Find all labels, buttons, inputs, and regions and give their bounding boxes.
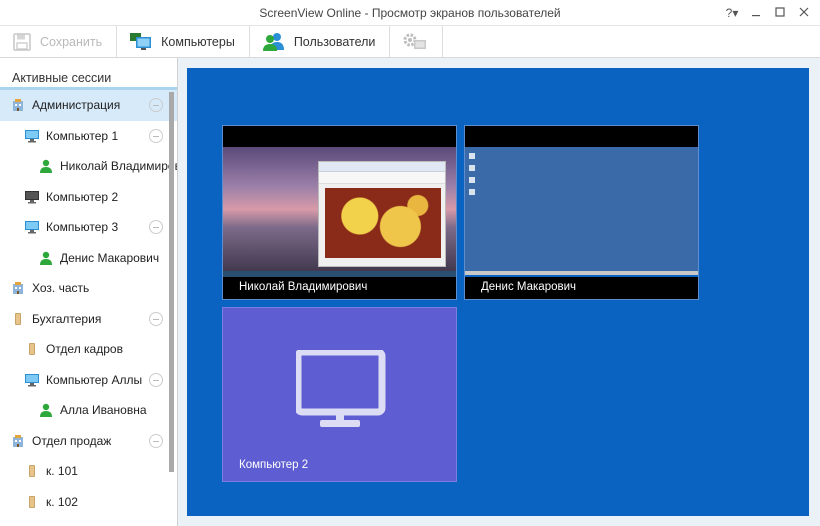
tree-node[interactable]: к. 101 bbox=[0, 456, 177, 487]
tree-node[interactable]: Компьютер 1 bbox=[0, 121, 177, 152]
main-panel: Николай Владимирович Денис Макарович Ком… bbox=[178, 58, 820, 526]
building-icon bbox=[10, 433, 26, 449]
save-button[interactable]: Сохранить bbox=[0, 26, 118, 57]
collapse-toggle-icon[interactable] bbox=[149, 128, 163, 143]
monitor-blue-icon bbox=[24, 219, 40, 235]
tile-caption: Николай Владимирович bbox=[223, 277, 456, 299]
sidebar-scrollbar[interactable] bbox=[169, 92, 174, 472]
minimize-icon bbox=[752, 15, 760, 17]
tree-node-label: Хоз. часть bbox=[32, 281, 90, 296]
tree-node[interactable]: Компьютер 2 bbox=[0, 182, 177, 213]
help-menu-button[interactable]: ?▾ bbox=[722, 4, 742, 22]
title-bar: ScreenView Online - Просмотр экранов пол… bbox=[0, 0, 820, 26]
sidebar-header: Активные сессии bbox=[0, 58, 177, 90]
close-icon bbox=[799, 7, 809, 17]
tree-node[interactable]: Николай Владимирович bbox=[0, 151, 177, 182]
window-title: ScreenView Online - Просмотр экранов пол… bbox=[259, 6, 561, 20]
tree-node-label: Николай Владимирович bbox=[60, 159, 177, 174]
tree-node-label: Компьютер 3 bbox=[46, 220, 119, 235]
tile-caption: Денис Макарович bbox=[465, 277, 698, 299]
tree-node[interactable]: Бухгалтерия bbox=[0, 304, 177, 335]
minimize-button[interactable] bbox=[746, 4, 766, 22]
tree-node[interactable]: Отдел кадров bbox=[0, 334, 177, 365]
collapse-toggle-icon[interactable] bbox=[149, 311, 163, 326]
desktop-icon bbox=[469, 189, 475, 195]
screen-tile-user-2[interactable]: Денис Макарович bbox=[464, 125, 699, 300]
monitor-icon bbox=[296, 350, 386, 427]
collapse-toggle-icon[interactable] bbox=[149, 220, 163, 234]
users-icon bbox=[262, 32, 284, 51]
tree-node[interactable]: Администрация bbox=[0, 90, 177, 121]
tree-node[interactable]: к. 102 bbox=[0, 487, 177, 518]
desktop-icon bbox=[469, 177, 475, 183]
desktop-icon bbox=[469, 165, 475, 171]
remote-desktop-thumbnail bbox=[465, 147, 698, 275]
room-icon bbox=[10, 311, 26, 327]
user-green-icon bbox=[38, 250, 54, 266]
maximize-icon bbox=[775, 7, 785, 17]
user-green-icon bbox=[38, 158, 54, 174]
building-icon bbox=[10, 280, 26, 296]
session-tree: Администрация Компьютер 1 Николай Владимир… bbox=[0, 90, 177, 517]
toolbar: Сохранить Компьютеры Пользователи bbox=[0, 26, 820, 58]
screens-stage: Николай Владимирович Денис Макарович Ком… bbox=[187, 68, 809, 516]
tree-node[interactable]: Компьютер 3 bbox=[0, 212, 177, 243]
tree-node-label: Алла Ивановна bbox=[60, 403, 147, 418]
autumn-leaves-photo bbox=[325, 188, 441, 258]
monitor-blue-icon bbox=[24, 372, 40, 388]
tree-node[interactable]: Компьютер Аллы bbox=[0, 365, 177, 396]
remote-desktop-thumbnail bbox=[223, 147, 456, 277]
monitor-dark-icon bbox=[24, 189, 40, 205]
computers-icon bbox=[130, 32, 152, 50]
tree-node[interactable]: Отдел продаж bbox=[0, 426, 177, 457]
tree-node-label: Денис Макарович bbox=[60, 250, 160, 265]
maximize-button[interactable] bbox=[770, 4, 790, 22]
tree-node-label: Отдел продаж bbox=[32, 433, 112, 448]
tree-node[interactable]: Хоз. часть bbox=[0, 273, 177, 304]
taskbar bbox=[465, 271, 698, 275]
collapse-toggle-icon[interactable] bbox=[149, 98, 163, 112]
tree-node-label: Бухгалтерия bbox=[32, 311, 102, 326]
screen-tile-offline-computer[interactable]: Компьютер 2 bbox=[222, 307, 457, 482]
monitor-blue-icon bbox=[24, 128, 40, 144]
settings-button[interactable] bbox=[390, 26, 444, 57]
room-icon bbox=[24, 341, 40, 357]
room-icon bbox=[24, 494, 40, 510]
tree-node[interactable]: Денис Макарович bbox=[0, 243, 177, 274]
tree-node-label: Компьютер 1 bbox=[46, 128, 119, 143]
close-button[interactable] bbox=[794, 4, 814, 22]
screen-tile-user-1[interactable]: Николай Владимирович bbox=[222, 125, 457, 300]
computers-button[interactable]: Компьютеры bbox=[117, 26, 250, 57]
tile-caption: Компьютер 2 bbox=[239, 459, 309, 471]
collapse-toggle-icon[interactable] bbox=[149, 372, 163, 387]
save-button-label: Сохранить bbox=[40, 34, 103, 49]
tree-node-label: к. 102 bbox=[46, 494, 78, 509]
tree-node-label: к. 101 bbox=[46, 464, 78, 479]
tree-node-label: Компьютер Аллы bbox=[46, 372, 143, 387]
computers-button-label: Компьютеры bbox=[161, 34, 235, 49]
sessions-sidebar: Активные сессии Администрация Компьютер 1… bbox=[0, 58, 178, 526]
building-icon bbox=[10, 97, 26, 113]
floppy-disk-icon bbox=[13, 32, 31, 51]
desktop-icon bbox=[469, 153, 475, 159]
collapse-toggle-icon[interactable] bbox=[149, 433, 163, 448]
tree-node-label: Компьютер 2 bbox=[46, 189, 119, 204]
tree-node-label: Отдел кадров bbox=[46, 342, 123, 357]
gear-monitor-icon bbox=[403, 33, 427, 49]
users-button-label: Пользователи bbox=[293, 34, 376, 49]
user-green-icon bbox=[38, 402, 54, 418]
users-button[interactable]: Пользователи bbox=[250, 26, 391, 57]
tree-node[interactable]: Алла Ивановна bbox=[0, 395, 177, 426]
room-icon bbox=[24, 463, 40, 479]
tree-node-label: Администрация bbox=[32, 98, 121, 113]
